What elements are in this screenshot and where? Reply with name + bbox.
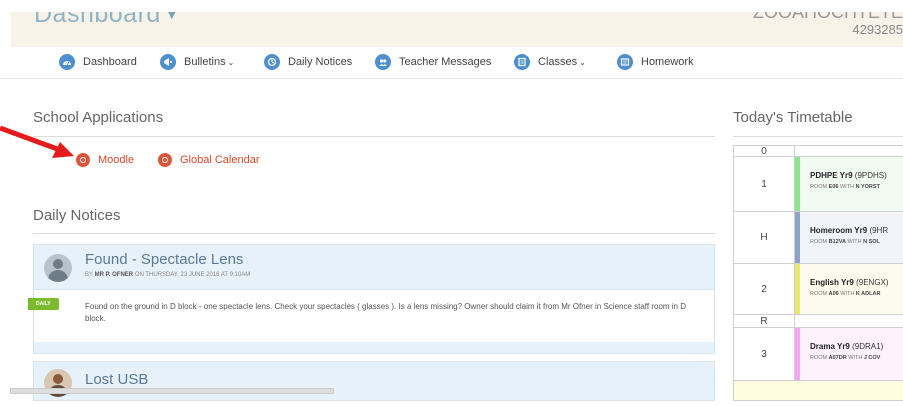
main-nav: Dashboard Bulletins ⌄ Daily Notices Teach…: [0, 50, 903, 79]
notice-byline: BY MR P. OFNER ON THURSDAY, 23 JUNE 2016…: [85, 272, 250, 278]
class-color-bar: [795, 328, 800, 380]
period-label: 2: [734, 264, 795, 314]
class-name: English Yr9 (9ENGX): [810, 278, 889, 287]
divider: [33, 136, 715, 137]
school-applications-heading: School Applications: [33, 109, 164, 126]
nav-label: Classes: [538, 56, 578, 68]
nav-label: Daily Notices: [288, 56, 353, 68]
period-label: R: [734, 315, 795, 327]
class-cell[interactable]: Homeroom Yr9 (9HR ROOM B12VA WITH N SOL: [795, 212, 903, 263]
avatar: [44, 254, 72, 282]
class-cell[interactable]: English Yr9 (9ENGX) ROOM A06 WITH K ADLA…: [795, 264, 903, 314]
class-room: ROOM A06 WITH K ADLAR: [810, 291, 881, 297]
daily-tag: DAILY: [28, 298, 59, 310]
nav-item-bulletins[interactable]: Bulletins ⌄: [160, 54, 234, 70]
nav-item-classes[interactable]: Classes ⌄: [514, 54, 586, 70]
calendar-icon: [158, 153, 172, 167]
class-color-bar: [795, 264, 800, 314]
user-id: 4293285: [852, 22, 903, 37]
period-label: 0: [734, 146, 795, 157]
nav-item-daily-notices[interactable]: Daily Notices: [264, 54, 352, 70]
nav-item-homework[interactable]: Homework: [617, 54, 694, 70]
timetable: 0 1 PDHPE Yr9 (9PDHS) ROOM E06 WITH N YO…: [733, 145, 903, 401]
messages-icon: [375, 54, 391, 70]
dashboard-title-text: Dashboard: [34, 12, 161, 28]
notice-text: Found on the ground in D block - one spe…: [85, 302, 687, 323]
timetable-row[interactable]: 2 English Yr9 (9ENGX) ROOM A06 WITH K AD…: [734, 264, 903, 315]
notice-card: Lost USB: [33, 361, 715, 401]
period-label: 1: [734, 157, 795, 211]
notice-title[interactable]: Lost USB: [85, 371, 148, 388]
timetable-row[interactable]: H Homeroom Yr9 (9HR ROOM B12VA WITH N SO…: [734, 212, 903, 264]
period-label: H: [734, 212, 795, 263]
nav-label: Bulletins: [184, 56, 226, 68]
chevron-down-icon: ⌄: [227, 57, 235, 67]
divider: [33, 233, 715, 234]
notice-body: DAILY Found on the ground in D block - o…: [28, 289, 714, 342]
dashboard-icon: [59, 54, 75, 70]
class-name: PDHPE Yr9 (9PDHS): [810, 171, 887, 180]
browser-status-bar: [10, 388, 334, 394]
nav-label: Dashboard: [83, 56, 137, 68]
nav-label: Teacher Messages: [399, 56, 492, 68]
timetable-row[interactable]: 3 Drama Yr9 (9DRA1) ROOM A07DR WITH J CO…: [734, 328, 903, 381]
homework-icon: [617, 54, 633, 70]
class-color-bar: [795, 157, 800, 211]
class-name: Drama Yr9 (9DRA1): [810, 342, 884, 351]
chevron-down-icon: ▼: [164, 12, 180, 22]
class-room: ROOM B12VA WITH N SOL: [810, 239, 880, 245]
notice-card: Found - Spectacle Lens BY MR P. OFNER ON…: [28, 244, 715, 354]
timetable-row: R: [734, 315, 903, 328]
notice-date: ON THURSDAY, 23 JUNE 2016 AT 9:10AM: [134, 272, 251, 278]
divider: [733, 136, 903, 137]
pointer-arrow-icon: [0, 126, 74, 158]
timetable-heading: Today's Timetable: [733, 109, 853, 126]
class-color-bar: [795, 212, 800, 263]
global-calendar-label: Global Calendar: [180, 154, 260, 166]
timetable-row: 0: [734, 145, 903, 157]
period-label: 3: [734, 328, 795, 380]
timetable-row: [734, 381, 903, 401]
notice-header: Lost USB: [34, 362, 714, 406]
dashboard-title[interactable]: Dashboard ▼: [34, 12, 179, 29]
class-room: ROOM A07DR WITH J COV: [810, 355, 881, 361]
notice-author: MR P. OFNER: [94, 272, 134, 278]
notice-header: Found - Spectacle Lens BY MR P. OFNER ON…: [34, 245, 714, 289]
bulletins-icon: [160, 54, 176, 70]
classes-icon: [514, 54, 530, 70]
moodle-link[interactable]: Moodle: [76, 153, 134, 167]
notices-icon: [264, 54, 280, 70]
moodle-label: Moodle: [98, 154, 135, 166]
class-cell[interactable]: Drama Yr9 (9DRA1) ROOM A07DR WITH J COV: [795, 328, 903, 380]
nav-item-teacher-messages[interactable]: Teacher Messages: [375, 54, 491, 70]
timetable-row[interactable]: 1 PDHPE Yr9 (9PDHS) ROOM E06 WITH N YORS…: [734, 157, 903, 212]
chevron-down-icon: ⌄: [579, 57, 586, 67]
notice-title[interactable]: Found - Spectacle Lens: [85, 251, 243, 268]
byline-prefix: BY: [85, 272, 93, 278]
class-cell[interactable]: PDHPE Yr9 (9PDHS) ROOM E06 WITH N YORST: [795, 157, 903, 211]
daily-notices-heading: Daily Notices: [33, 207, 121, 224]
nav-item-dashboard[interactable]: Dashboard: [59, 54, 137, 70]
global-calendar-link[interactable]: Global Calendar: [158, 153, 260, 167]
class-name: Homeroom Yr9 (9HR: [810, 226, 889, 235]
nav-label: Homework: [641, 56, 694, 68]
top-header: Dashboard ▼ ZOOAHOCHTETE 4293285: [11, 12, 903, 47]
class-room: ROOM E06 WITH N YORST: [810, 184, 880, 190]
